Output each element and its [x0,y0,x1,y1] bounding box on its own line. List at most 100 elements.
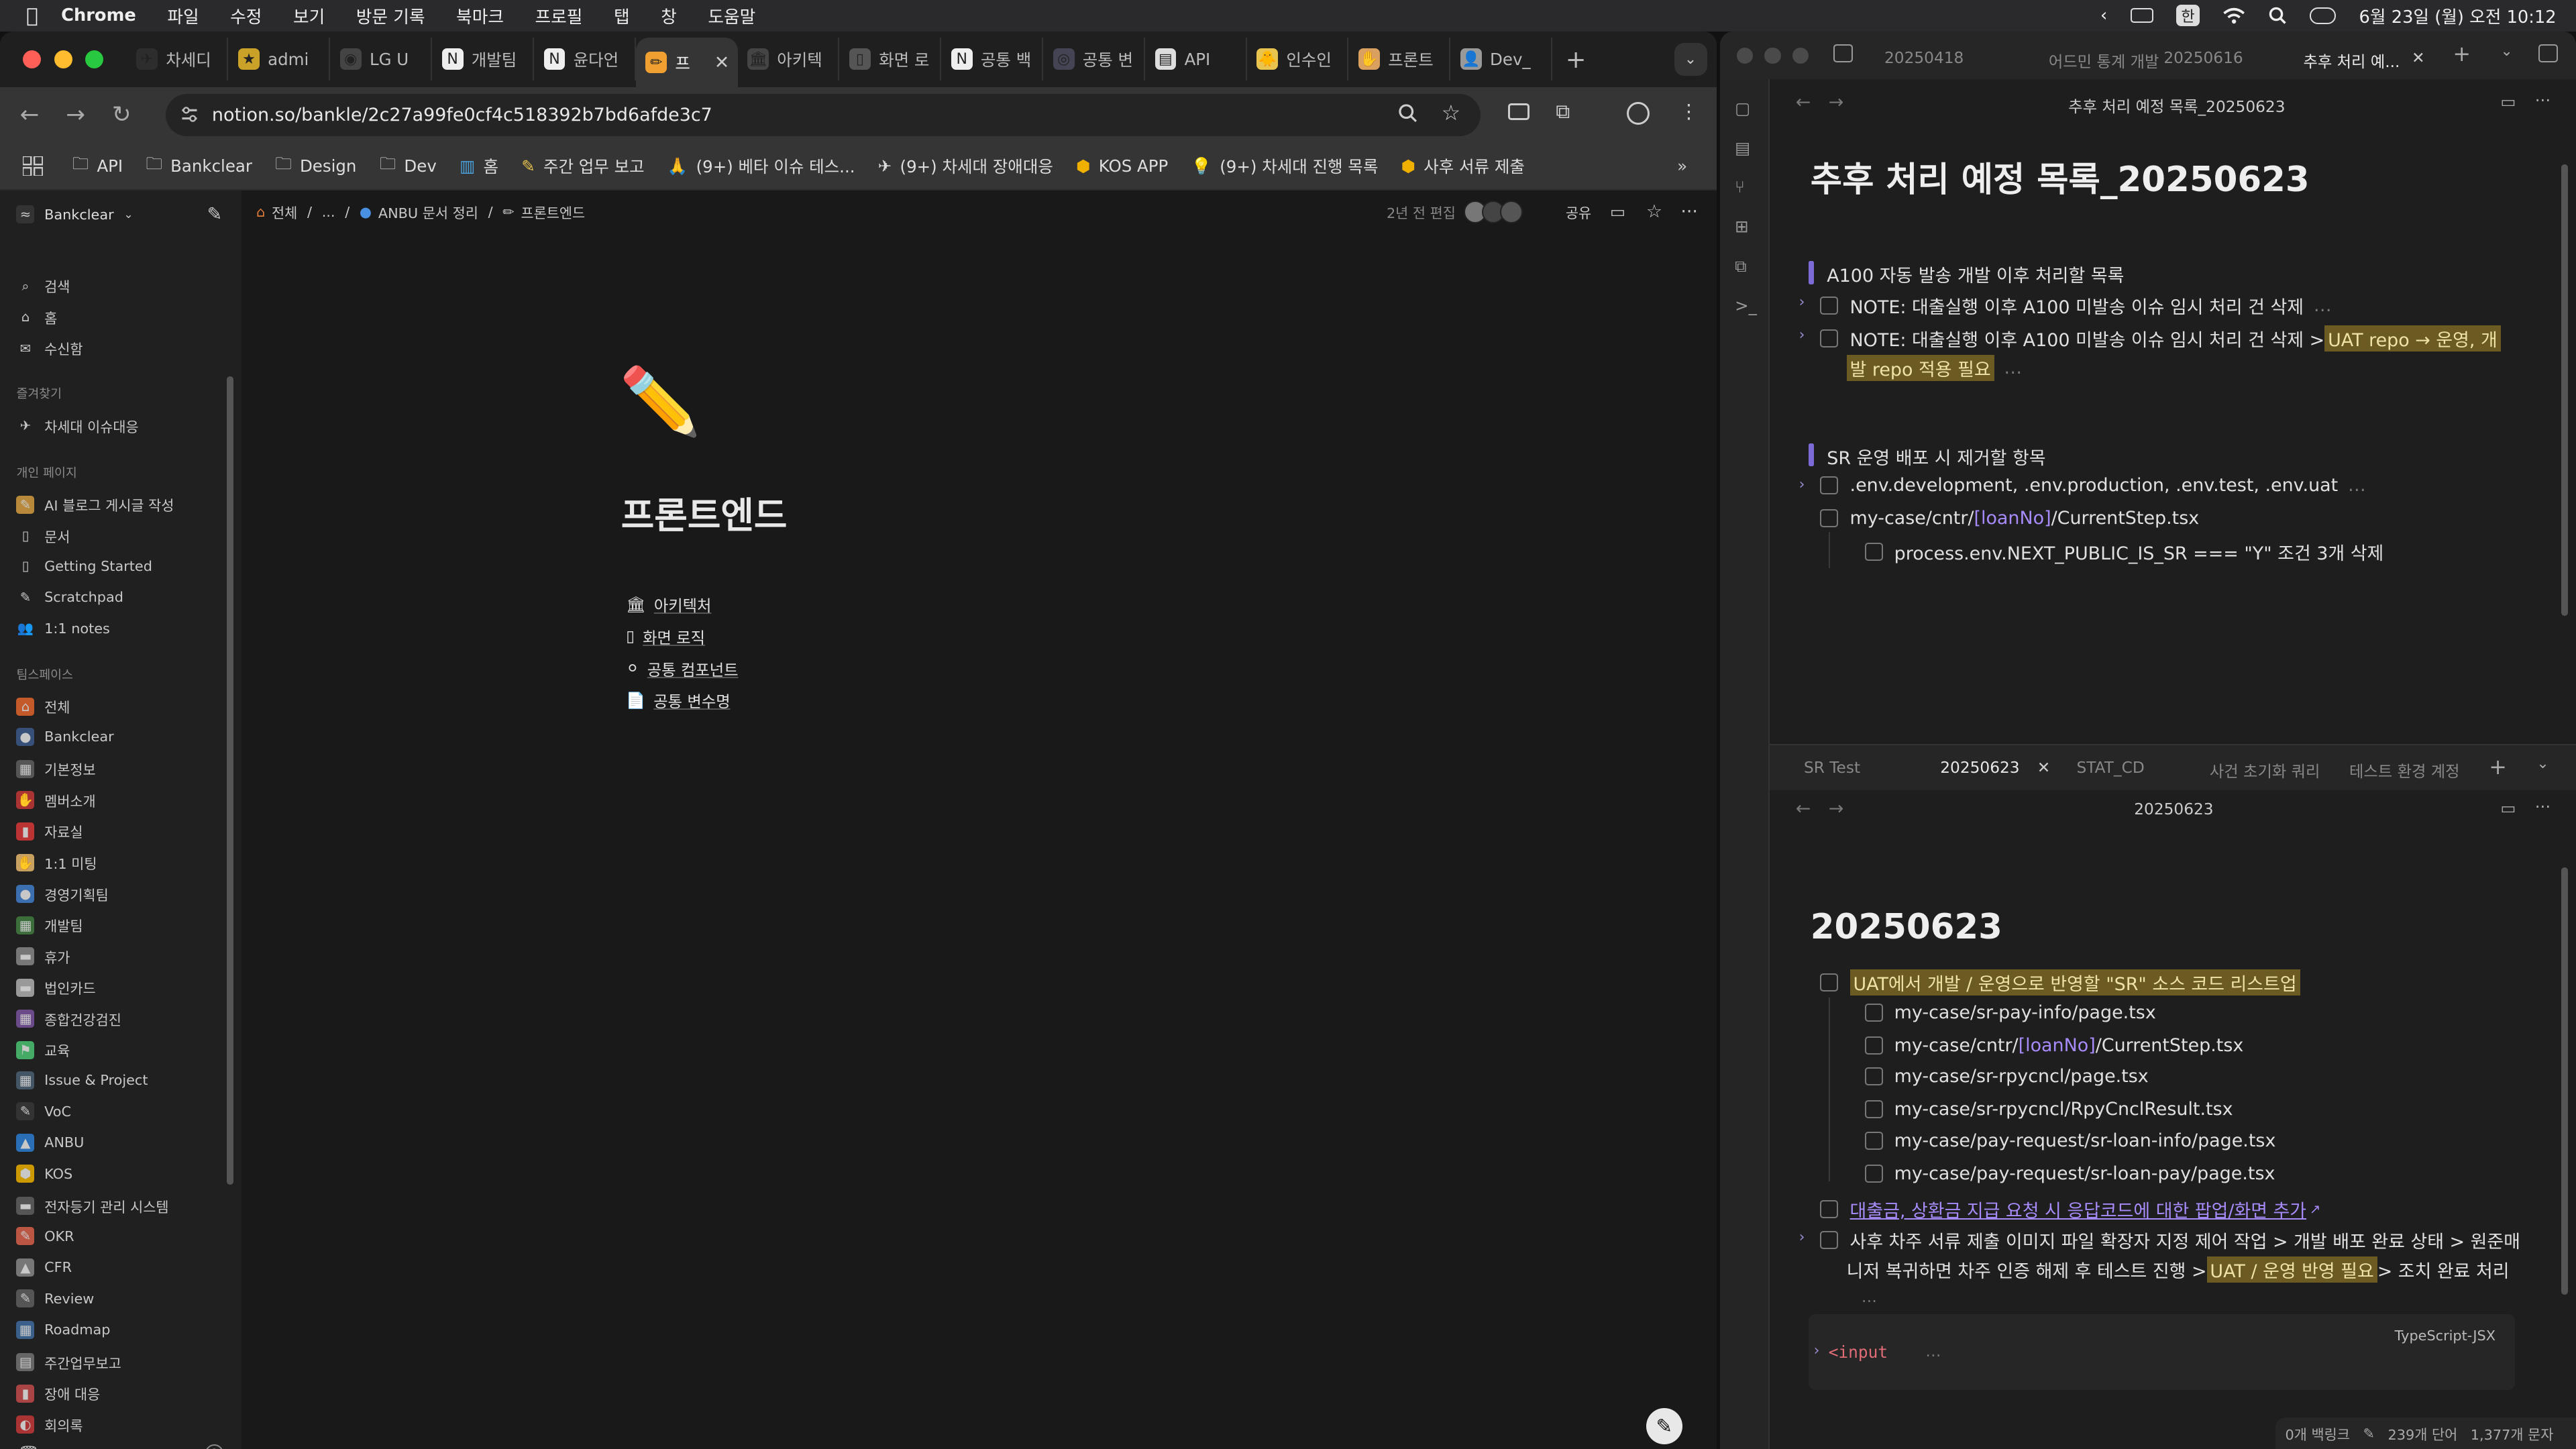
bookmark-progress-list[interactable]: 💡 (9+) 차세대 진행 목록 [1191,154,1379,178]
menu-view[interactable]: 보기 [293,3,325,28]
task-checkbox[interactable] [1820,1199,1839,1218]
sidebar-item[interactable]: ▮ 자료실 [16,821,83,841]
edit-mode-icon[interactable]: ✎ [2363,1426,2374,1442]
sidebar-item[interactable]: ▬ 전자등기 관리 시스템 [16,1196,169,1216]
fold-arrow-icon[interactable]: › [1799,294,1805,311]
back-button[interactable]: ← [1796,798,1811,819]
forward-button[interactable]: → [1829,92,1844,113]
bookmark-weekly-report[interactable]: ✎ 주간 업무 보고 [521,154,644,178]
menu-history[interactable]: 방문 기록 [356,3,425,28]
browser-tab[interactable]: ✋ 프론트 [1348,38,1451,80]
menu-bookmarks[interactable]: 북마크 [456,3,504,28]
browser-tab[interactable]: ▯ 화면 로 [839,38,942,80]
sidebar-item[interactable]: ⬢ KOS [16,1165,72,1183]
browser-tab[interactable]: N 윤다언 [534,38,636,80]
browser-tab[interactable]: ◉ LG U [330,38,433,80]
browser-tab[interactable]: ✈ 차세디 [127,38,229,80]
close-tab-icon[interactable]: ✕ [2412,49,2424,67]
new-page-icon[interactable]: ✎ [207,204,223,225]
top-pane-scrollbar[interactable] [2561,164,2568,616]
calendar-icon[interactable]: ▤ [1735,138,1750,158]
close-window-button[interactable] [23,50,42,68]
sidebar-item[interactable]: ● 경영기획팀 [16,884,109,904]
profile-icon[interactable] [1626,101,1650,125]
comment-icon[interactable]: ▭ [1610,202,1625,221]
close-tab-icon[interactable]: ✕ [2037,759,2050,777]
task-checkbox[interactable] [1820,476,1839,494]
task-checkbox[interactable] [1820,296,1839,315]
apps-grid-icon[interactable] [23,156,43,176]
browser-tab[interactable]: ✏ 프 ✕ [635,38,738,87]
control-center-icon[interactable] [2310,7,2337,24]
back-button[interactable]: ← [7,101,53,128]
sidebar-item[interactable]: ▦ Issue & Project [16,1071,148,1089]
address-bar[interactable]: notion.so/bankle/2c27a99fe0cf4c518392b7b… [166,93,1481,137]
subpage-link[interactable]: ▯ 화면 로직 [626,625,705,648]
task-checkbox[interactable] [1820,973,1839,991]
task-checkbox[interactable] [1820,508,1839,527]
browser-tab[interactable]: ★ admi [228,38,331,80]
sidebar-item[interactable]: ▬ 법인카드 [16,977,96,998]
chevron-left-icon[interactable]: ‹ [2100,5,2107,25]
close-tab-icon[interactable]: ✕ [714,52,730,73]
sidebar-item[interactable]: ▲ ANBU [16,1133,84,1152]
tab-list-icon[interactable]: ⌄ [2536,755,2548,772]
share-button[interactable]: 공유 [1566,202,1591,222]
bottom-pane-scrollbar[interactable] [2561,867,2568,1295]
menu-app-name[interactable]: Chrome [61,5,136,25]
minimize-window-button[interactable] [54,50,72,68]
collaborator-avatars[interactable] [1464,200,1523,224]
more-bookmarks-icon[interactable]: » [1677,156,1687,176]
sidebar-item[interactable]: ▦ 기본정보 [16,759,96,779]
task-checkbox[interactable] [1864,1164,1883,1183]
subpage-link[interactable]: 📄 공통 변수명 [626,689,731,712]
minimize-window-button[interactable] [1764,48,1781,64]
sidebar-item[interactable]: ✎ OKR [16,1227,74,1246]
bookmark-docs-submit[interactable]: ⬢ 사후 서류 제출 [1401,154,1525,178]
task-checkbox[interactable] [1820,1231,1839,1250]
task-checkbox[interactable] [1864,1067,1883,1086]
browser-tab[interactable]: 🏛 아키텍 [738,38,840,80]
subpage-link[interactable]: 🏛 아키텍처 [626,593,711,616]
menu-file[interactable]: 파일 [167,3,199,28]
browser-tab[interactable]: N 공통 백 [941,38,1043,80]
collapsed-ellipsis[interactable]: … [2004,358,2022,378]
help-icon[interactable]: ? [205,1444,224,1449]
send-icon[interactable]: ➤ [51,1444,65,1449]
terminal-icon[interactable]: >_ [1735,296,1757,315]
menu-profile[interactable]: 프로필 [535,3,583,28]
sidebar-item[interactable]: ▦ 개발팀 [16,915,83,935]
sidebar-item[interactable]: ⌂ 전체 [16,696,70,716]
task-checkbox[interactable] [1864,1131,1883,1150]
browser-tab[interactable]: 👤 Dev_ [1450,38,1553,80]
sidebar-item[interactable]: ▦ 종합건강검진 [16,1009,121,1029]
sidebar-item[interactable]: ▮ 장애 대응 [16,1383,100,1403]
bookmark-folder-bankclear[interactable]: 🗀 Bankclear [146,152,252,180]
zoom-window-button[interactable] [85,50,104,68]
new-tab-button[interactable]: + [1566,45,1587,74]
sidebar-item[interactable]: ▤ 주간업무보고 [16,1352,121,1373]
task-checkbox[interactable] [1820,329,1839,347]
bookmark-folder-api[interactable]: 🗀 API [72,152,123,180]
sidebar-item[interactable]: ✋ 멤버소개 [16,790,96,810]
sidebar-item[interactable]: ▯ Getting Started [16,557,152,575]
backlinks-count[interactable]: 0개 백링크 [2286,1424,2350,1444]
breadcrumb-root[interactable]: ⌂ 전체 [256,202,297,222]
close-window-button[interactable] [1736,48,1754,64]
reload-button[interactable]: ↻ [99,101,145,128]
sidebar-item[interactable]: ✋ 1:1 미팅 [16,853,97,873]
sidebar-item[interactable]: ⌂ 홈 [16,307,58,327]
sidebar-item[interactable]: ▯ 문서 [16,526,70,546]
breadcrumb-anbu[interactable]: ● ANBU 문서 정리 [360,202,478,222]
more-options-icon[interactable]: ··· [2535,91,2551,110]
task-checkbox[interactable] [1864,543,1883,561]
sidebar-item[interactable]: ⚑ 교육 [16,1040,70,1060]
sidebar-item[interactable]: ✎ Review [16,1289,94,1308]
bookmark-kos-app[interactable]: ⬢ KOS APP [1076,156,1168,176]
browser-tab[interactable]: N 개발팀 [432,38,534,80]
sidebar-toggle-icon[interactable] [1833,44,1854,63]
plugins-grid-icon[interactable]: ⊞ [1735,217,1749,236]
copy-icon[interactable]: ⧉ [1735,256,1746,276]
fold-arrow-icon[interactable]: › [1799,1229,1805,1246]
bookmark-star-icon[interactable]: ☆ [1442,100,1461,125]
